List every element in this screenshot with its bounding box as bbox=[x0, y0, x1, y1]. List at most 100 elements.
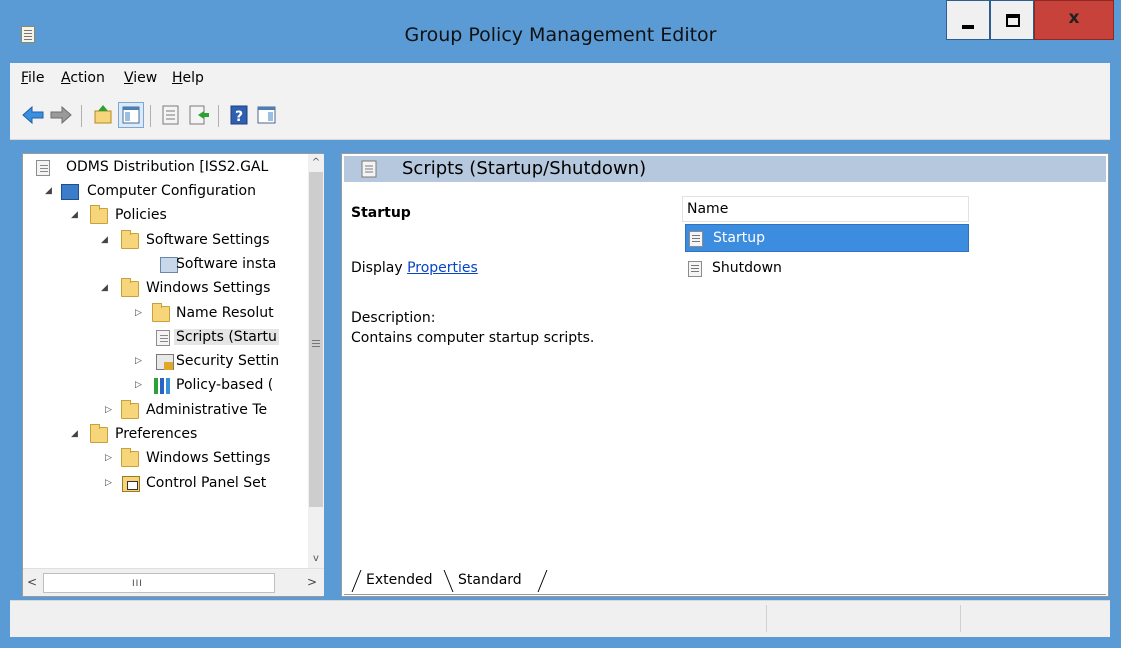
properties-button[interactable] bbox=[158, 102, 184, 128]
tree-item-label: Software Settings bbox=[146, 232, 270, 248]
menu-file-label: ile bbox=[28, 70, 45, 86]
expand-icon[interactable]: ▷ bbox=[135, 308, 145, 318]
forward-button[interactable] bbox=[48, 102, 74, 128]
properties-link[interactable]: Properties bbox=[407, 260, 478, 276]
export-list-icon bbox=[189, 105, 209, 125]
list-item-label: Startup bbox=[713, 230, 765, 246]
tab-extended[interactable]: Extended bbox=[351, 568, 452, 594]
maximize-button[interactable] bbox=[990, 0, 1034, 40]
minimize-button[interactable] bbox=[946, 0, 990, 40]
help-icon: ? bbox=[230, 105, 248, 125]
menu-help[interactable]: Help bbox=[172, 70, 204, 86]
collapse-icon[interactable]: ◢ bbox=[101, 235, 111, 245]
menu-view-label: iew bbox=[133, 70, 158, 86]
display-properties-line: Display Properties bbox=[351, 260, 478, 276]
pane-header: Scripts (Startup/Shutdown) bbox=[344, 156, 1106, 182]
menu-bar: File Action View Help bbox=[10, 63, 1110, 93]
scroll-up-icon[interactable]: ^ bbox=[308, 154, 324, 172]
show-hide-action-pane-icon bbox=[257, 106, 276, 124]
tab-label: Standard bbox=[458, 572, 522, 588]
script-icon bbox=[156, 330, 170, 346]
scroll-thumb[interactable] bbox=[309, 172, 323, 507]
collapse-icon[interactable]: ◢ bbox=[101, 283, 111, 293]
expand-icon[interactable]: ▷ bbox=[105, 478, 115, 488]
list-item-startup[interactable]: Startup bbox=[685, 224, 969, 252]
folder-icon bbox=[121, 278, 139, 297]
show-hide-action-pane-button[interactable] bbox=[254, 102, 280, 128]
menu-help-access-key: H bbox=[172, 70, 183, 86]
tree-viewport: ODMS Distribution [ISS2.GAL ◢ Computer C… bbox=[23, 154, 308, 568]
scroll-left-icon[interactable]: < bbox=[25, 575, 39, 591]
folder-icon bbox=[121, 448, 139, 467]
tab-edge bbox=[351, 570, 362, 592]
expand-icon[interactable]: ▷ bbox=[105, 405, 115, 415]
show-hide-console-tree-button[interactable] bbox=[118, 102, 144, 128]
scroll-grip-icon bbox=[312, 340, 320, 347]
expand-icon[interactable]: ▷ bbox=[105, 453, 115, 463]
details-pane: Scripts (Startup/Shutdown) Startup Displ… bbox=[341, 153, 1109, 597]
tree-item-label: Windows Settings bbox=[146, 450, 271, 466]
column-header-label: Name bbox=[687, 201, 729, 217]
console-tree[interactable]: ODMS Distribution [ISS2.GAL ◢ Computer C… bbox=[22, 153, 324, 597]
back-arrow-icon bbox=[22, 105, 44, 125]
help-button[interactable]: ? bbox=[226, 102, 252, 128]
status-bar bbox=[10, 600, 1110, 637]
menu-view[interactable]: View bbox=[124, 70, 157, 86]
collapse-icon[interactable]: ◢ bbox=[71, 210, 81, 220]
script-icon bbox=[361, 160, 377, 178]
control-panel-icon bbox=[122, 476, 140, 492]
collapse-icon[interactable]: ◢ bbox=[71, 429, 81, 439]
pane-title: Scripts (Startup/Shutdown) bbox=[402, 158, 647, 179]
tree-horizontal-scrollbar[interactable]: < III > bbox=[23, 568, 324, 596]
column-header-name[interactable]: Name bbox=[682, 196, 969, 222]
title-bar[interactable]: Group Policy Management Editor x bbox=[0, 0, 1121, 60]
menu-help-label: elp bbox=[182, 70, 204, 86]
tree-item-label: ODMS Distribution [ISS2.GAL bbox=[66, 159, 269, 175]
maximize-icon bbox=[1006, 14, 1020, 27]
toolbar: ? bbox=[10, 93, 1110, 140]
menu-file[interactable]: File bbox=[21, 70, 44, 86]
scroll-right-icon[interactable]: > bbox=[305, 575, 319, 591]
list-item-shutdown[interactable]: Shutdown bbox=[685, 255, 969, 283]
folder-icon bbox=[121, 230, 139, 249]
tree-item-label: Software insta bbox=[176, 256, 277, 272]
tree-item-label: Control Panel Set bbox=[146, 475, 267, 491]
tree-item-label: Policy-based ( bbox=[176, 377, 274, 393]
tree-item-label: Computer Configuration bbox=[87, 183, 256, 199]
show-hide-console-tree-icon bbox=[122, 106, 140, 124]
folder-icon bbox=[90, 205, 108, 224]
expand-icon[interactable]: ▷ bbox=[135, 380, 145, 390]
close-button[interactable]: x bbox=[1034, 0, 1114, 40]
scroll-down-icon[interactable]: v bbox=[308, 550, 324, 568]
tab-standard[interactable]: Standard bbox=[443, 568, 548, 594]
script-icon bbox=[688, 261, 702, 277]
back-button[interactable] bbox=[20, 102, 46, 128]
description-text: Contains computer startup scripts. bbox=[351, 330, 595, 346]
description-label: Description: bbox=[351, 310, 436, 326]
menu-view-access-key: V bbox=[124, 70, 134, 86]
policy-doc-icon bbox=[36, 160, 50, 176]
app-window: Group Policy Management Editor x File Ac… bbox=[0, 0, 1121, 648]
tab-label: Extended bbox=[366, 572, 433, 588]
menu-file-access-key: F bbox=[21, 70, 29, 86]
tree-item-label: Windows Settings bbox=[146, 280, 271, 296]
tree-item-label: Name Resolut bbox=[176, 305, 274, 321]
horizontal-scroll-thumb[interactable]: III bbox=[43, 573, 275, 593]
up-one-level-button[interactable] bbox=[90, 102, 116, 128]
properties-icon bbox=[162, 105, 179, 125]
expand-icon[interactable]: ▷ bbox=[135, 356, 145, 366]
collapse-icon[interactable]: ◢ bbox=[45, 186, 55, 196]
menu-action[interactable]: Action bbox=[61, 70, 105, 86]
tab-edge bbox=[537, 570, 548, 592]
status-cell bbox=[766, 605, 966, 632]
up-folder-icon bbox=[94, 105, 112, 124]
tree-vertical-scrollbar[interactable]: ^ v bbox=[308, 154, 324, 568]
toolbar-separator bbox=[150, 105, 151, 127]
status-cell bbox=[960, 605, 1110, 632]
export-list-button[interactable] bbox=[186, 102, 212, 128]
toolbar-separator bbox=[81, 105, 82, 127]
tree-item-label: Preferences bbox=[115, 426, 198, 442]
tab-baseline bbox=[344, 594, 1106, 595]
minimize-icon bbox=[962, 25, 974, 29]
menu-action-access-key: A bbox=[61, 70, 71, 86]
